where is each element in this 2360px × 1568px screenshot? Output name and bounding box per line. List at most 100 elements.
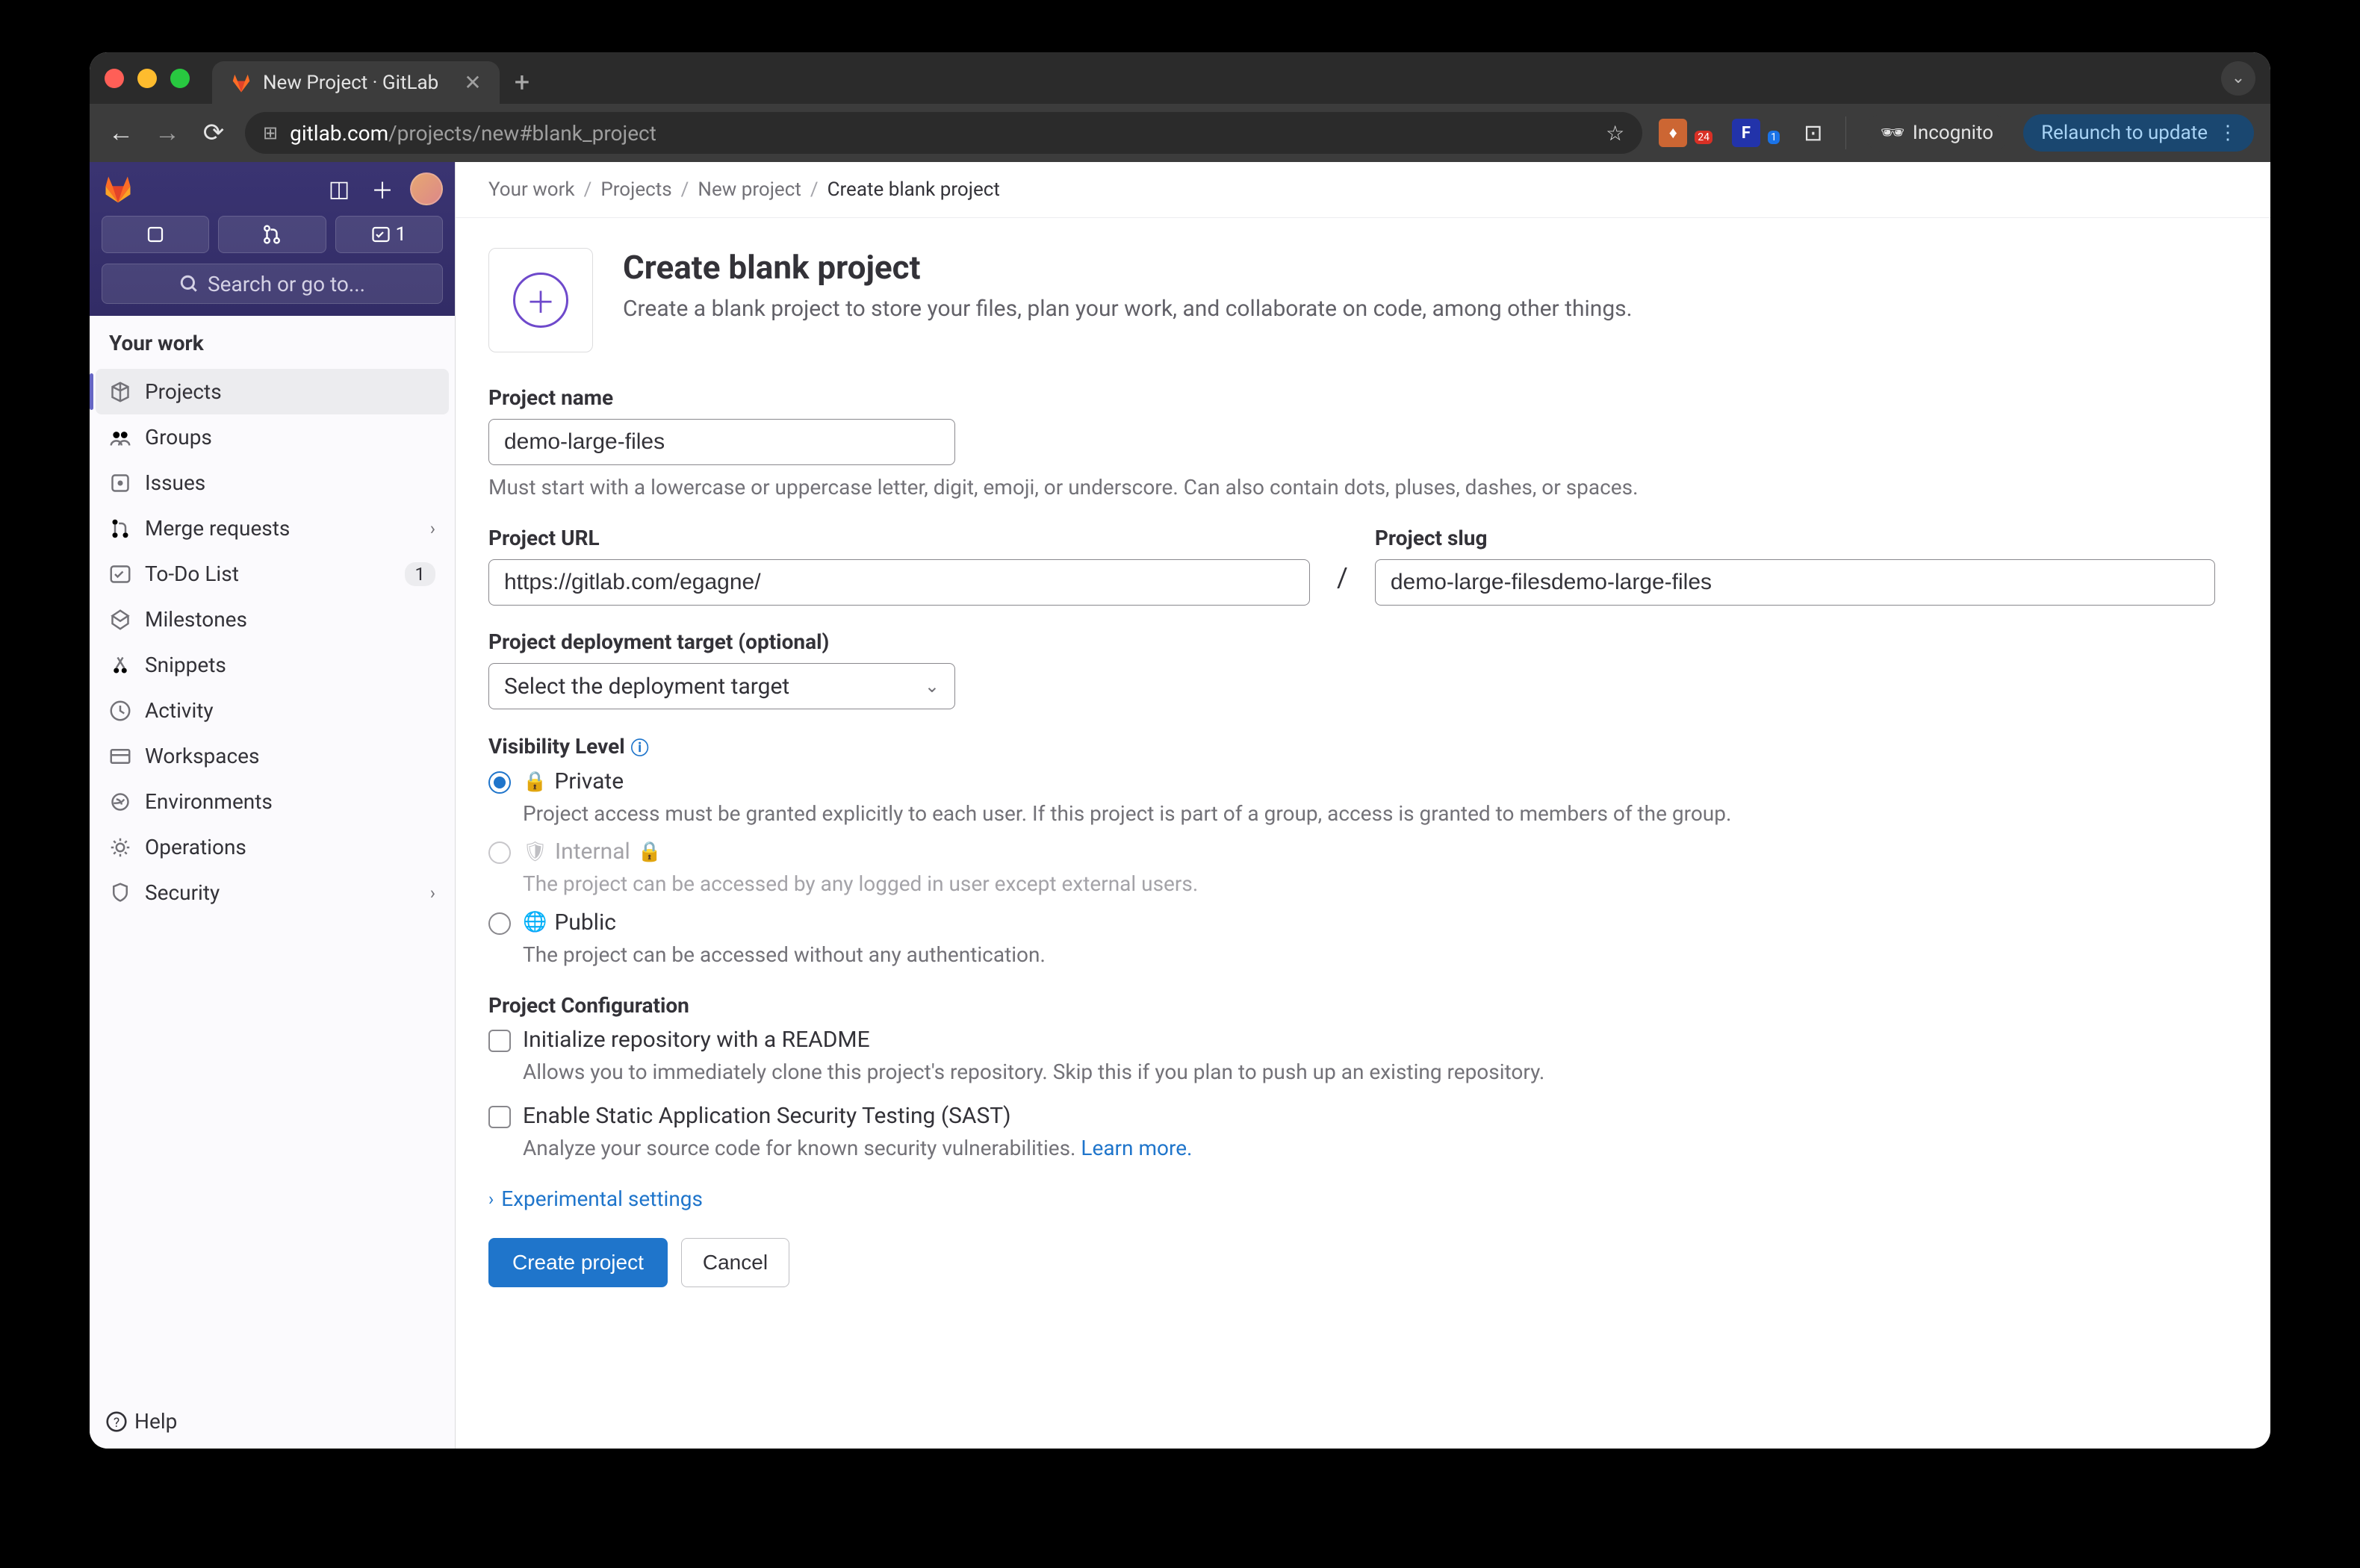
chevron-right-icon: › <box>430 883 435 903</box>
search-icon <box>179 274 199 293</box>
sidebar-item-merge-requests[interactable]: Merge requests› <box>90 505 455 551</box>
project-name-input[interactable] <box>488 419 955 465</box>
readme-label[interactable]: Initialize repository with a README <box>523 1027 870 1053</box>
chevron-right-icon: › <box>488 1189 494 1210</box>
sidebar-item-label: Snippets <box>145 653 226 677</box>
sidebar-item-groups[interactable]: Groups <box>90 414 455 460</box>
breadcrumb-item[interactable]: New project <box>698 178 801 201</box>
reload-button[interactable]: ⟳ <box>199 118 229 148</box>
create-new-icon[interactable]: ＋ <box>367 173 398 205</box>
page-description: Create a blank project to store your fil… <box>623 296 1633 322</box>
count-badge: 1 <box>405 562 436 586</box>
sidebar-item-operations[interactable]: Operations <box>90 824 455 870</box>
visibility-desc-public: The project can be accessed without any … <box>523 940 2215 969</box>
sidebar-item-activity[interactable]: Activity <box>90 688 455 733</box>
browser-toolbar: ← → ⟳ ⊞ gitlab.com/projects/new#blank_pr… <box>90 104 2270 162</box>
visibility-label-private[interactable]: 🔒Private <box>523 768 624 794</box>
sidebar-item-snippets[interactable]: Snippets <box>90 642 455 688</box>
visibility-radio-public[interactable] <box>488 912 511 935</box>
sidebar-item-label: Activity <box>145 698 214 723</box>
sidebar-collapse-icon[interactable]: ◫ <box>323 173 355 205</box>
search-button[interactable]: Search or go to... <box>102 264 443 304</box>
visibility-radio-private[interactable] <box>488 771 511 794</box>
extensions-menu-icon[interactable]: ⊡ <box>1799 119 1828 147</box>
new-tab-button[interactable]: + <box>515 66 530 98</box>
visibility-desc-private: Project access must be granted explicitl… <box>523 799 2215 828</box>
main-content: Your work/Projects/New project/Create bl… <box>456 162 2270 1449</box>
breadcrumb-item[interactable]: Your work <box>488 178 575 201</box>
window-close-icon[interactable] <box>105 69 124 88</box>
browser-tab[interactable]: New Project · GitLab ✕ <box>212 61 500 105</box>
help-link[interactable]: ? Help <box>90 1394 455 1449</box>
sidebar-item-to-do-list[interactable]: To-Do List 1 <box>90 551 455 597</box>
traffic-lights <box>105 69 190 88</box>
sidebar-section-title: Your work <box>90 316 455 366</box>
window-minimize-icon[interactable] <box>137 69 157 88</box>
sidebar-item-label: To-Do List <box>145 561 239 586</box>
sidebar-item-environments[interactable]: Environments <box>90 779 455 824</box>
visibility-label-public[interactable]: 🌐Public <box>523 909 616 936</box>
sidebar-item-projects[interactable]: Projects <box>96 369 449 414</box>
sidebar-item-label: Security <box>145 880 220 905</box>
cancel-button[interactable]: Cancel <box>681 1238 789 1287</box>
project-url-input[interactable] <box>488 559 1310 606</box>
deployment-target-label: Project deployment target (optional) <box>488 629 2215 654</box>
todos-shortcut-button[interactable]: 1 <box>335 216 443 253</box>
security-icon <box>109 883 131 903</box>
window-zoom-icon[interactable] <box>170 69 190 88</box>
sast-label[interactable]: Enable Static Application Security Testi… <box>523 1103 1011 1129</box>
project-url-label: Project URL <box>488 526 1310 550</box>
help-circle-icon[interactable]: ⓘ <box>631 733 649 759</box>
svg-text:?: ? <box>114 1416 119 1431</box>
project-name-label: Project name <box>488 385 2215 410</box>
experimental-settings-toggle[interactable]: › Experimental settings <box>488 1186 2215 1211</box>
visibility-label: Visibility Level <box>488 734 625 759</box>
project-slug-input[interactable] <box>1375 559 2215 606</box>
kebab-menu-icon[interactable]: ⋮ <box>2218 122 2238 144</box>
page-hero: ＋ Create blank project Create a blank pr… <box>488 248 2215 352</box>
sidebar-item-label: Environments <box>145 789 273 814</box>
merge-icon <box>262 225 282 244</box>
visibility-label-internal: 🛡Internal🔒 <box>523 839 662 865</box>
sidebar-item-label: Projects <box>145 379 222 404</box>
snippet-icon <box>109 655 131 676</box>
url-slug-separator: / <box>1337 562 1348 606</box>
user-avatar[interactable] <box>410 172 443 205</box>
sast-learn-more-link[interactable]: Learn more. <box>1081 1136 1192 1160</box>
back-button[interactable]: ← <box>106 118 136 148</box>
project-name-help: Must start with a lowercase or uppercase… <box>488 473 2215 502</box>
tabs-dropdown-icon[interactable]: ⌄ <box>2221 61 2255 96</box>
incognito-chip[interactable]: 🕶 Incognito <box>1864 114 2010 152</box>
todo-icon <box>372 225 390 243</box>
milestone-icon <box>109 609 131 630</box>
env-icon <box>109 791 131 812</box>
bookmark-icon[interactable]: ☆ <box>1606 121 1624 146</box>
globe-icon: 🌐 <box>523 911 547 933</box>
breadcrumb-item: Create blank project <box>827 178 1000 201</box>
merge-requests-shortcut-button[interactable] <box>218 216 326 253</box>
tab-close-icon[interactable]: ✕ <box>464 70 481 95</box>
sidebar-item-security[interactable]: Security › <box>90 870 455 915</box>
relaunch-button[interactable]: Relaunch to update ⋮ <box>2023 114 2254 152</box>
breadcrumb-item[interactable]: Projects <box>600 178 671 201</box>
sidebar-header: ◫ ＋ 1 Search or go to... <box>90 162 455 316</box>
project-config-label: Project Configuration <box>488 993 2215 1018</box>
merge-icon <box>109 518 131 539</box>
address-bar[interactable]: ⊞ gitlab.com/projects/new#blank_project … <box>245 112 1642 154</box>
sidebar-item-milestones[interactable]: Milestones <box>90 597 455 642</box>
url-text: gitlab.com/projects/new#blank_project <box>290 121 1594 146</box>
gitlab-logo-icon[interactable] <box>102 172 134 205</box>
extension-icon[interactable]: F <box>1732 119 1760 147</box>
sidebar-item-workspaces[interactable]: Workspaces <box>90 733 455 779</box>
sidebar-item-issues[interactable]: Issues <box>90 460 455 505</box>
sidebar-item-label: Merge requests <box>145 516 290 541</box>
create-project-button[interactable]: Create project <box>488 1238 668 1287</box>
site-settings-icon[interactable]: ⊞ <box>263 122 278 143</box>
deployment-target-select[interactable]: Select the deployment target ⌄ <box>488 663 955 709</box>
issues-shortcut-button[interactable] <box>102 216 209 253</box>
project-slug-label: Project slug <box>1375 526 2215 550</box>
extension-icon[interactable]: ♦ <box>1659 119 1687 147</box>
sast-checkbox[interactable] <box>488 1106 511 1128</box>
readme-checkbox[interactable] <box>488 1030 511 1052</box>
project-type-icon: ＋ <box>488 248 593 352</box>
